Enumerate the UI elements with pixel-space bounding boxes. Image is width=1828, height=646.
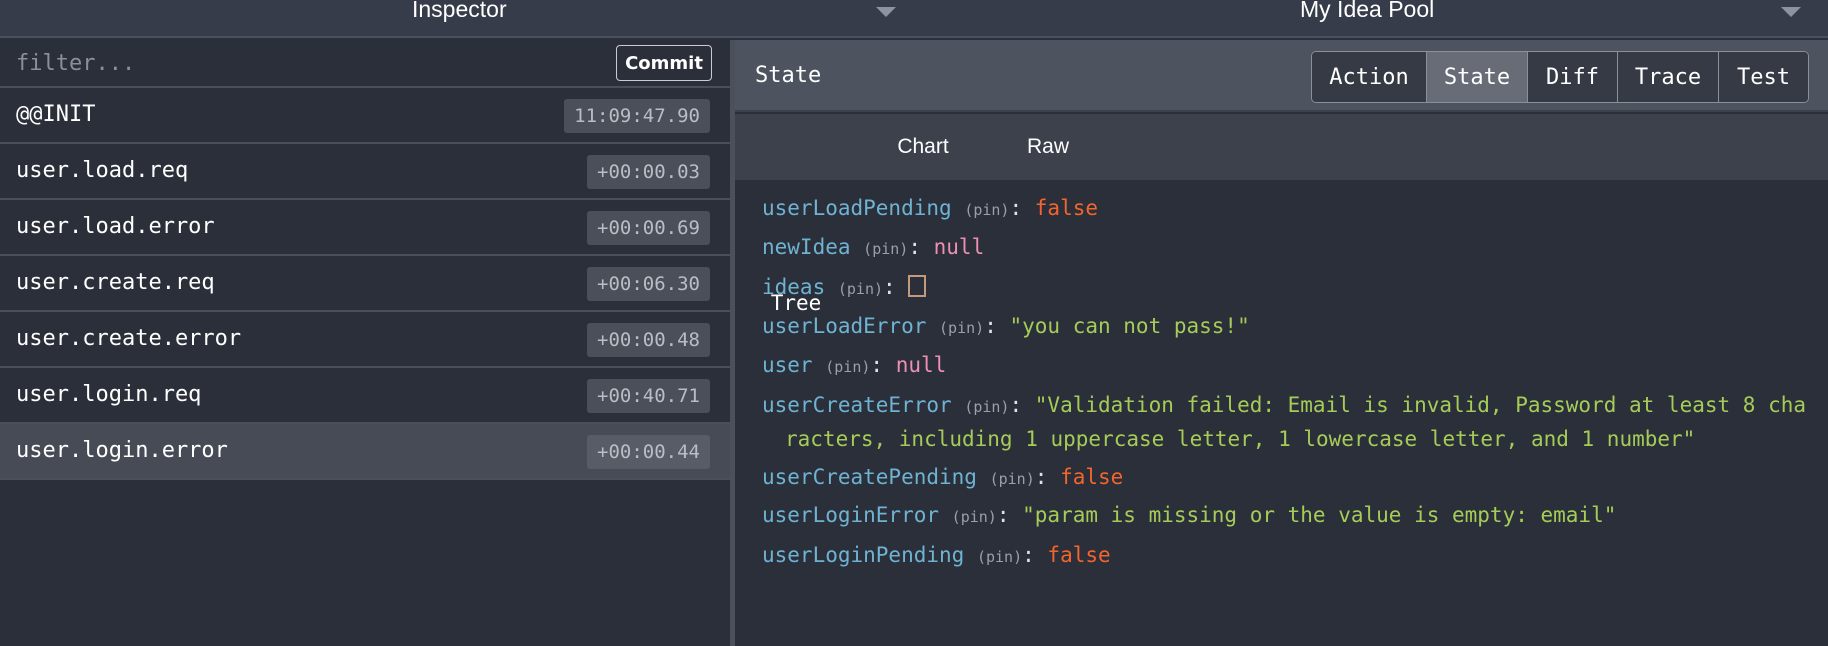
tree-value: false <box>1047 543 1111 567</box>
action-item-user-create-req[interactable]: user.create.req +00:06.30 <box>0 256 730 312</box>
monitor-tab-group: Action State Diff Trace Test <box>1311 51 1809 103</box>
monitor-panel: State Action State Diff Trace Test Tree … <box>735 40 1828 646</box>
filter-input[interactable] <box>0 40 600 86</box>
action-name: user.login.req <box>16 382 202 407</box>
tree-value: false <box>1034 196 1098 220</box>
tab-trace[interactable]: Trace <box>1617 52 1718 102</box>
redux-devtools-window: Inspector My Idea Pool Commit @@INIT 11:… <box>0 0 1828 646</box>
tree-row: ideas (pin): <box>762 275 927 299</box>
pin-link[interactable]: (pin) <box>977 548 1022 566</box>
tree-key[interactable]: userLoginError <box>762 503 939 527</box>
inspector-title: Inspector <box>412 0 507 22</box>
pin-link[interactable]: (pin) <box>952 508 997 526</box>
tree-value: null <box>933 235 985 259</box>
state-view-tabs: Tree Chart Raw <box>735 114 1828 336</box>
tree-row: user (pin): null <box>762 353 946 377</box>
action-timestamp: 11:09:47.90 <box>564 99 710 133</box>
tree-row: userLoadPending (pin): false <box>762 196 1098 220</box>
store-dropdown-caret-icon[interactable] <box>1781 7 1801 17</box>
tree-key[interactable]: user <box>762 353 813 377</box>
action-name: user.load.error <box>16 214 215 239</box>
tree-value: false <box>1060 465 1124 489</box>
action-timestamp: +00:00.03 <box>587 155 710 189</box>
action-name: user.create.req <box>16 270 215 295</box>
action-name: user.create.error <box>16 326 242 351</box>
pin-link[interactable]: (pin) <box>863 240 908 258</box>
tree-colon: : <box>996 503 1010 527</box>
tree-colon: : <box>908 235 921 259</box>
tab-raw[interactable]: Raw <box>989 114 1107 180</box>
action-name: @@INIT <box>16 102 96 127</box>
action-timestamp: +00:00.69 <box>587 211 710 245</box>
tree-row: userLoginPending (pin): false <box>762 543 1111 567</box>
tree-row: newIdea (pin): null <box>762 235 984 259</box>
tree-colon: : <box>883 275 896 299</box>
action-item-user-load-req[interactable]: user.load.req +00:00.03 <box>0 144 730 200</box>
tree-row: userCreateError (pin): "Validation faile… <box>762 393 1806 417</box>
tree-value: "you can not pass!" <box>1009 314 1250 338</box>
tree-key[interactable]: ideas <box>762 275 825 299</box>
action-timestamp: +00:06.30 <box>587 267 710 301</box>
action-list: @@INIT 11:09:47.90 user.load.req +00:00.… <box>0 88 730 480</box>
tree-value: "Validation failed: Email is invalid, Pa… <box>1034 393 1807 417</box>
tree-row: userCreatePending (pin): false <box>762 465 1123 489</box>
tab-state[interactable]: State <box>1426 52 1527 102</box>
tree-key[interactable]: userLoadPending <box>762 196 952 220</box>
action-item-init[interactable]: @@INIT 11:09:47.90 <box>0 88 730 144</box>
tab-action[interactable]: Action <box>1312 52 1426 102</box>
tree-colon: : <box>1009 393 1023 417</box>
action-name: user.login.error <box>16 438 228 463</box>
tree-key[interactable]: userCreatePending <box>762 465 977 489</box>
tab-diff[interactable]: Diff <box>1527 52 1617 102</box>
action-item-user-load-error[interactable]: user.load.error +00:00.69 <box>0 200 730 256</box>
pin-link[interactable]: (pin) <box>838 280 883 298</box>
action-timestamp: +00:00.48 <box>587 323 710 357</box>
top-bar: Inspector My Idea Pool <box>0 0 1828 38</box>
tree-colon: : <box>1022 543 1035 567</box>
tree-colon: : <box>870 353 884 377</box>
tree-row: userLoadError (pin): "you can not pass!" <box>762 314 1250 338</box>
filter-bar: Commit <box>0 40 730 88</box>
pin-link[interactable]: (pin) <box>939 319 984 337</box>
action-timestamp: +00:40.71 <box>587 379 710 413</box>
action-name: user.load.req <box>16 158 189 183</box>
empty-array-icon <box>908 275 927 297</box>
action-list-panel: Commit @@INIT 11:09:47.90 user.load.req … <box>0 40 730 646</box>
monitor-header: State Action State Diff Trace Test <box>735 40 1828 112</box>
action-item-user-create-error[interactable]: user.create.error +00:00.48 <box>0 312 730 368</box>
tab-chart[interactable]: Chart <box>857 114 989 180</box>
action-item-user-login-error[interactable]: user.login.error +00:00.44 <box>0 424 730 480</box>
tree-key[interactable]: userCreateError <box>762 393 952 417</box>
pin-link[interactable]: (pin) <box>964 201 1009 219</box>
commit-button[interactable]: Commit <box>616 45 712 81</box>
pin-link[interactable]: (pin) <box>990 470 1035 488</box>
tree-key[interactable]: userLoginPending <box>762 543 964 567</box>
tree-colon: : <box>1009 196 1023 220</box>
action-timestamp: +00:00.44 <box>587 435 710 469</box>
tree-row: userLoginError (pin): "param is missing … <box>762 503 1616 527</box>
tree-value: null <box>895 353 947 377</box>
action-item-user-login-req[interactable]: user.login.req +00:40.71 <box>0 368 730 424</box>
tree-key[interactable]: userLoadError <box>762 314 926 338</box>
tree-value-continuation: racters, including 1 uppercase letter, 1… <box>785 427 1696 451</box>
tree-value: "param is missing or the value is empty:… <box>1022 503 1617 527</box>
monitor-title: State <box>755 63 822 88</box>
pin-link[interactable]: (pin) <box>825 358 870 376</box>
tab-test[interactable]: Test <box>1718 52 1808 102</box>
tree-colon: : <box>984 314 997 338</box>
tree-colon: : <box>1034 465 1048 489</box>
inspector-dropdown-caret-icon[interactable] <box>876 7 896 17</box>
tree-key[interactable]: newIdea <box>762 235 851 259</box>
store-selector-title[interactable]: My Idea Pool <box>1300 0 1434 23</box>
pin-link[interactable]: (pin) <box>964 398 1009 416</box>
